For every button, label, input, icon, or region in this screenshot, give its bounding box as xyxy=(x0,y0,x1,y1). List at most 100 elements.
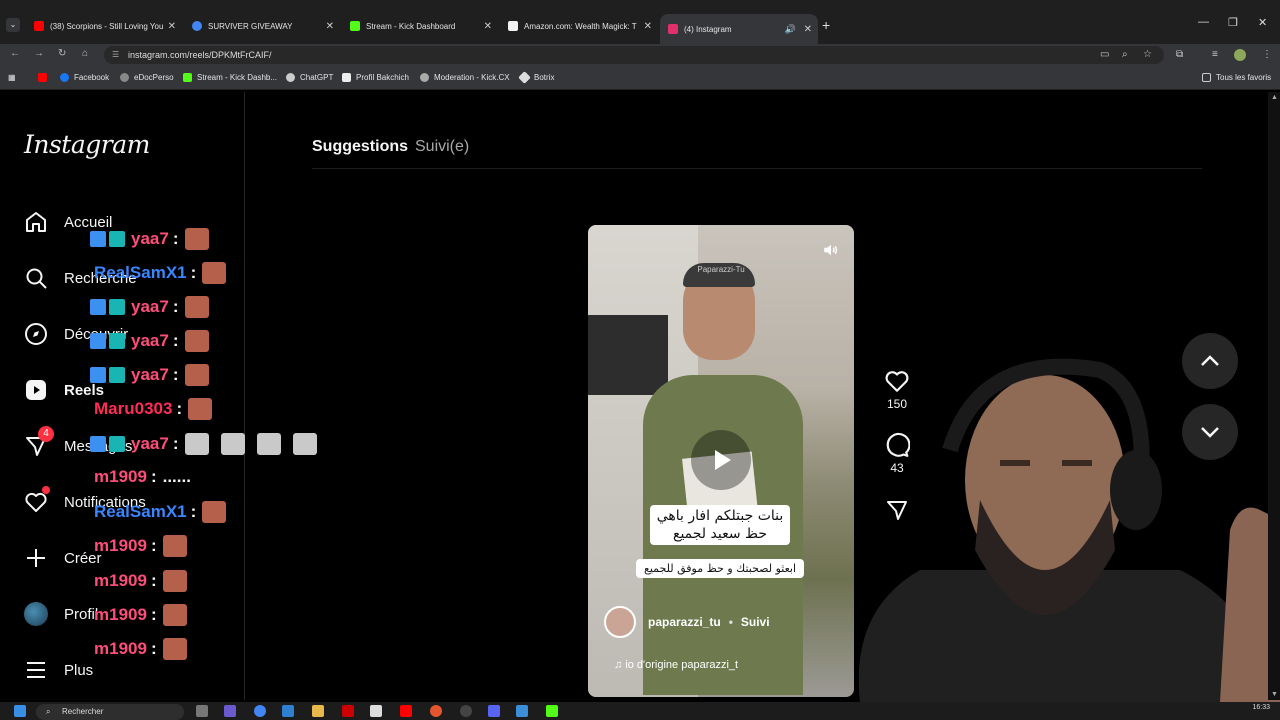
kick-icon xyxy=(183,73,192,82)
close-tab-icon[interactable]: ✕ xyxy=(644,21,652,32)
browser-tab-kick[interactable]: Stream - Kick Dashboard ✕ xyxy=(342,15,498,37)
app-icon[interactable] xyxy=(460,705,472,717)
tab-following[interactable]: Suivi(e) xyxy=(415,138,469,156)
install-app-icon[interactable]: ▭ xyxy=(1100,49,1109,60)
obs-icon[interactable] xyxy=(430,705,442,717)
extensions-icon[interactable]: ⧉ xyxy=(1176,49,1183,60)
bookmark-star-icon[interactable]: ☆ xyxy=(1143,49,1152,60)
bookmark-chatgpt[interactable]: ChatGPT xyxy=(286,73,333,82)
close-tab-icon[interactable]: ✕ xyxy=(326,21,334,32)
forward-icon[interactable]: → xyxy=(34,48,44,59)
app-icon[interactable] xyxy=(342,705,354,717)
tab-suggestions[interactable]: Suggestions xyxy=(312,138,408,156)
store-icon[interactable] xyxy=(282,705,294,717)
bookmark-bakchich[interactable]: Profil Bakchich xyxy=(342,73,409,82)
author-avatar[interactable] xyxy=(604,606,636,638)
chat-emote xyxy=(184,433,209,455)
chat-emote xyxy=(184,296,209,318)
badge-icon xyxy=(90,367,106,383)
close-window-icon[interactable]: ✕ xyxy=(1258,16,1267,29)
browser-tab-instagram[interactable]: (4) Instagram 🔊 ✕ xyxy=(660,14,818,44)
task-view-icon[interactable] xyxy=(196,705,208,717)
reel-author[interactable]: paparazzi_tu • Suivi xyxy=(604,606,770,638)
home-icon[interactable]: ⌂ xyxy=(82,48,88,59)
scroll-up-icon[interactable]: ▲ xyxy=(1271,94,1278,101)
address-bar[interactable]: ☰ instagram.com/reels/DPKMtFrCAIF/ xyxy=(104,46,1164,64)
scroll-down-icon[interactable]: ▼ xyxy=(1271,691,1278,698)
chat-separator: : xyxy=(190,502,197,521)
nav-create[interactable]: Créer xyxy=(24,546,102,570)
site-info-icon[interactable]: ☰ xyxy=(112,46,119,64)
zoom-icon[interactable]: ⌕ xyxy=(1122,49,1128,60)
close-tab-icon[interactable]: ✕ xyxy=(804,24,812,35)
kick-icon xyxy=(350,21,360,31)
restore-icon[interactable]: ❐ xyxy=(1228,16,1238,29)
author-name[interactable]: paparazzi_tu xyxy=(648,615,721,629)
app-icon[interactable] xyxy=(370,705,382,717)
speaker-icon[interactable]: 🔊 xyxy=(785,24,796,35)
chat-username: RealSamX1 xyxy=(94,263,187,282)
new-tab-button[interactable]: + xyxy=(822,17,830,33)
copilot-icon[interactable] xyxy=(224,705,236,717)
browser-tab-youtube[interactable]: (38) Scorpions - Still Loving You ✕ xyxy=(26,15,182,37)
chat-username: m1909 xyxy=(94,639,147,658)
all-bookmarks[interactable]: Tous les favoris xyxy=(1202,73,1271,82)
browser-menu-icon[interactable]: ⋮ xyxy=(1262,49,1272,60)
caption-top: بنات جبتلكم افار باهي حظ سعيد لجميع xyxy=(650,505,790,545)
tabs-divider xyxy=(312,168,1202,169)
reel-video[interactable]: Paparazzi-Tu بنات جبتلكم افار باهي حظ سع… xyxy=(588,225,854,697)
avatar-icon xyxy=(24,602,48,626)
tab-search-menu-icon[interactable]: ⌄ xyxy=(6,18,20,32)
chat-message: yaa7: xyxy=(90,228,221,250)
chat-message: yaa7: xyxy=(90,433,329,455)
app-icon[interactable] xyxy=(516,705,528,717)
chat-message: yaa7: xyxy=(90,364,221,386)
browser-tabstrip: ⌄ (38) Scorpions - Still Loving You ✕ SU… xyxy=(0,0,1280,44)
bookmark-facebook[interactable]: Facebook xyxy=(60,73,109,82)
nav-profile[interactable]: Profil xyxy=(24,602,98,626)
apps-icon[interactable]: ▦ xyxy=(8,73,16,82)
windows-start-icon[interactable] xyxy=(14,705,26,717)
reel-audio[interactable]: ♫ io d'origine paparazzi_t xyxy=(614,659,738,671)
badge-icon xyxy=(90,299,106,315)
bookmark-kick[interactable]: Stream - Kick Dashb... xyxy=(183,73,277,82)
reload-icon[interactable]: ↻ xyxy=(58,48,66,59)
profile-avatar[interactable] xyxy=(1234,49,1246,61)
bookmark-edocperso[interactable]: eDocPerso xyxy=(120,73,174,82)
play-button[interactable] xyxy=(691,430,751,490)
browser-tab-amazon[interactable]: Amazon.com: Wealth Magick: T ✕ xyxy=(500,15,658,37)
media-control-icon[interactable]: ≡ xyxy=(1212,49,1218,60)
chat-badges xyxy=(90,436,125,452)
chrome-icon[interactable] xyxy=(254,705,266,717)
chat-separator: : xyxy=(172,229,179,248)
chat-text: ...... xyxy=(162,467,191,486)
close-tab-icon[interactable]: ✕ xyxy=(168,21,176,32)
youtube-icon[interactable] xyxy=(400,705,412,717)
chat-emote xyxy=(188,398,213,420)
page-scrollbar[interactable]: ▲ ▼ xyxy=(1268,92,1280,700)
back-icon[interactable]: ← xyxy=(10,48,20,59)
bookmark-botrix[interactable]: Botrix xyxy=(518,71,554,84)
chat-message: yaa7: xyxy=(90,296,221,318)
tab-title: (4) Instagram xyxy=(684,24,732,34)
taskbar-clock[interactable]: 16:33 xyxy=(1252,704,1270,711)
browser-tab-giveaway[interactable]: SURVIVER GIVEAWAY ✕ xyxy=(184,15,340,37)
app-icon[interactable] xyxy=(546,705,558,717)
instagram-logo[interactable]: Instagram xyxy=(24,130,150,159)
taskbar-search[interactable]: ⌕ Rechercher xyxy=(36,704,184,720)
file-explorer-icon[interactable] xyxy=(312,705,324,717)
close-tab-icon[interactable]: ✕ xyxy=(484,21,492,32)
tab-title: SURVIVER GIVEAWAY xyxy=(208,21,293,31)
reels-icon xyxy=(24,378,48,402)
speaker-icon[interactable] xyxy=(822,241,840,259)
discord-icon[interactable] xyxy=(488,705,500,717)
instagram-icon xyxy=(668,24,678,34)
bookmark-youtube[interactable] xyxy=(38,73,52,82)
minimize-icon[interactable]: — xyxy=(1198,16,1209,28)
bookmark-label: Moderation - Kick.CX xyxy=(434,73,510,82)
plus-icon xyxy=(24,546,48,570)
chat-badges xyxy=(90,231,125,247)
follow-button[interactable]: Suivi xyxy=(741,615,770,629)
nav-more[interactable]: Plus xyxy=(24,658,93,682)
bookmark-moderation[interactable]: Moderation - Kick.CX xyxy=(420,73,510,82)
